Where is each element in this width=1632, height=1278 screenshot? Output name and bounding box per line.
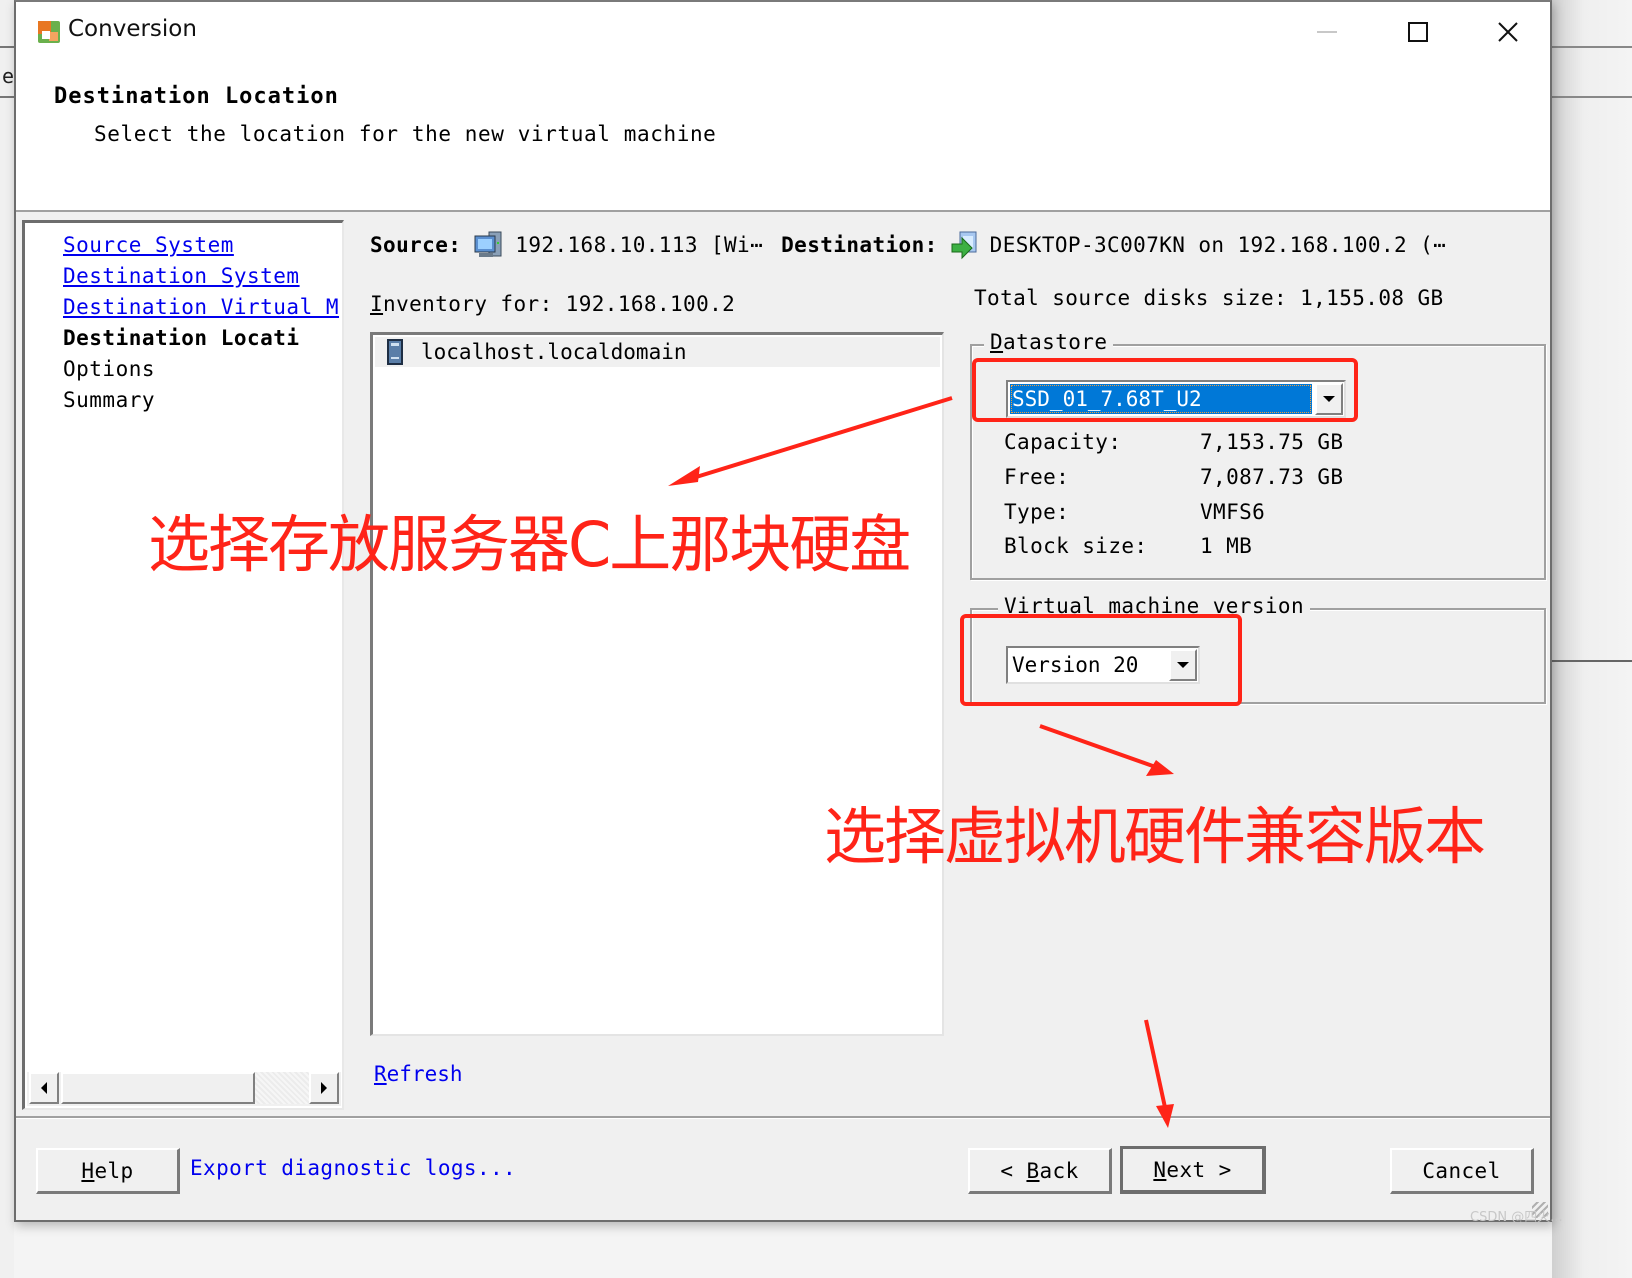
wizard-steps-pane: Source System Destination System Destina… (22, 220, 344, 1110)
step-destination-virtual-machine[interactable]: Destination Virtual M (63, 295, 339, 319)
background-text: e (2, 64, 15, 88)
minimize-button[interactable] (1298, 10, 1358, 54)
chevron-down-icon (1177, 662, 1189, 668)
background-app-right (1552, 0, 1632, 1278)
block-size-value: 1 MB (1200, 534, 1253, 558)
scroll-left-button[interactable] (29, 1072, 59, 1104)
scrollbar-track[interactable] (255, 1072, 311, 1104)
converter-app-icon (38, 21, 60, 43)
maximize-icon (1408, 22, 1428, 42)
maximize-button[interactable] (1388, 10, 1448, 54)
datastore-dropdown[interactable]: SSD_01_7.68T_U2 (1006, 380, 1346, 418)
background-divider (0, 96, 14, 98)
background-divider (1552, 660, 1632, 662)
back-button[interactable]: < Back (968, 1148, 1112, 1194)
step-source-system[interactable]: Source System (63, 233, 234, 257)
capacity-label: Capacity: (1004, 430, 1122, 454)
free-label: Free: (1004, 465, 1070, 489)
total-source-disks-value: 1,155.08 GB (1300, 286, 1444, 310)
type-label: Type: (1004, 500, 1070, 524)
page-header: Destination Location Select the location… (16, 62, 1550, 212)
cancel-button[interactable]: Cancel (1390, 1148, 1534, 1194)
scroll-right-button[interactable] (309, 1072, 339, 1104)
destination-value: DESKTOP-3C007KN on 192.168.100.2 (⋯ (989, 233, 1447, 257)
next-button[interactable]: Next > (1120, 1146, 1266, 1194)
host-label: localhost.localdomain (421, 340, 687, 364)
source-label: Source: (370, 233, 462, 257)
step-summary: Summary (63, 388, 156, 412)
conversion-window: Conversion Destination Location Select t… (14, 0, 1552, 1222)
block-size-label: Block size: (1004, 534, 1148, 558)
inventory-tree[interactable]: localhost.localdomain (370, 332, 944, 1036)
footer-divider (16, 1116, 1550, 1119)
step-options: Options (63, 357, 156, 381)
source-destination-summary: Source: 192.168.10.113 [Wi⋯ Destination:… (370, 230, 1446, 260)
free-value: 7,087.73 GB (1200, 465, 1344, 489)
page-title: Destination Location (54, 84, 339, 109)
destination-label: Destination: (781, 233, 938, 257)
type-value: VMFS6 (1200, 500, 1266, 524)
steps-horizontal-scrollbar[interactable] (27, 1072, 341, 1106)
total-source-disks-size: Total source disks size: 1,155.08 GB (974, 286, 1444, 310)
background-divider (1552, 46, 1632, 48)
title-bar[interactable]: Conversion (16, 2, 1550, 62)
window-title: Conversion (68, 16, 197, 42)
vm-version-selected-value: Version 20 (1012, 653, 1139, 677)
datastore-dropdown-button[interactable] (1315, 383, 1343, 415)
datastore-group-label: Datastore (984, 330, 1114, 354)
vm-version-group-label: Virtual machine version (998, 594, 1310, 618)
export-diagnostic-logs-link[interactable]: Export diagnostic logs... (190, 1156, 516, 1180)
background-divider (0, 46, 14, 48)
step-destination-system[interactable]: Destination System (63, 264, 300, 288)
close-button[interactable] (1478, 10, 1538, 54)
minimize-icon (1317, 31, 1337, 33)
background-divider (1552, 96, 1632, 98)
inventory-label: Inventory for: 192.168.100.2 (370, 292, 736, 316)
host-icon (387, 339, 403, 365)
inventory-item-host[interactable]: localhost.localdomain (375, 337, 940, 367)
destination-vm-icon (951, 231, 977, 260)
capacity-value: 7,153.75 GB (1200, 430, 1344, 454)
computer-icon (474, 231, 502, 257)
chevron-down-icon (1323, 396, 1335, 402)
scrollbar-thumb[interactable] (61, 1072, 255, 1104)
refresh-link[interactable]: Refresh (374, 1062, 463, 1086)
help-button[interactable]: Help (36, 1148, 180, 1194)
source-value: 192.168.10.113 [Wi⋯ (515, 233, 764, 257)
step-destination-location: Destination Locati (63, 326, 300, 350)
arrow-right-icon (321, 1082, 327, 1094)
background-app (0, 0, 14, 1278)
vm-version-dropdown-button[interactable] (1169, 649, 1197, 681)
watermark: CSDN @四火... (1470, 1210, 1563, 1225)
page-subtitle: Select the location for the new virtual … (94, 122, 717, 146)
datastore-selected-value: SSD_01_7.68T_U2 (1010, 384, 1312, 414)
arrow-left-icon (41, 1082, 47, 1094)
close-icon (1498, 22, 1518, 42)
vm-version-dropdown[interactable]: Version 20 (1006, 646, 1200, 684)
